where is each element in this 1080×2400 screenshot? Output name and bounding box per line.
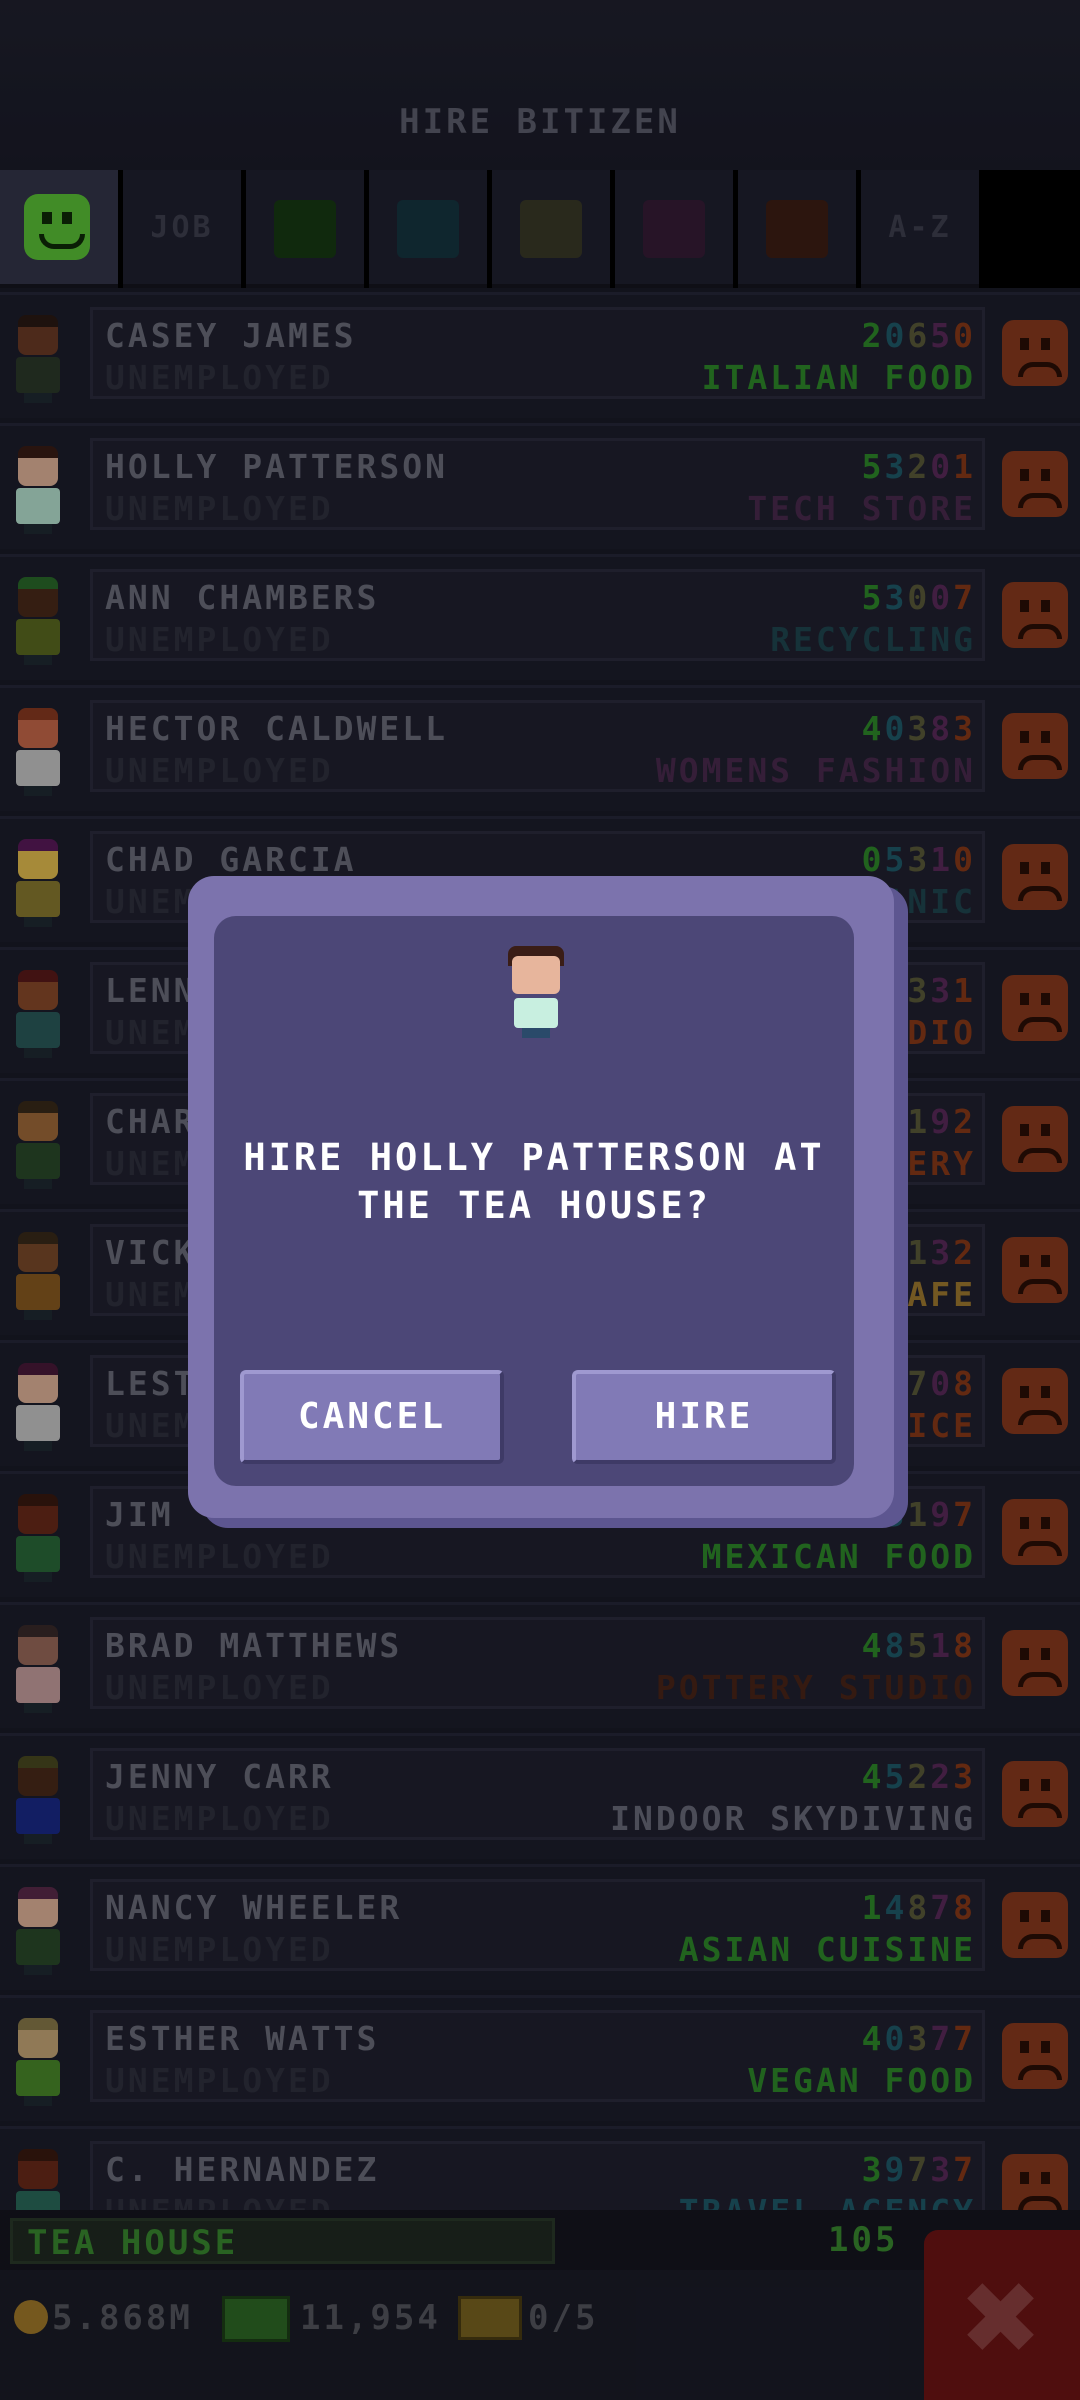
hire-button[interactable]: HIRE	[572, 1370, 836, 1464]
dialog-panel: HIRE HOLLY PATTERSON AT THE TEA HOUSE? C…	[214, 916, 854, 1486]
hire-dialog: HIRE HOLLY PATTERSON AT THE TEA HOUSE? C…	[188, 876, 894, 1518]
dialog-message: HIRE HOLLY PATTERSON AT THE TEA HOUSE?	[234, 1134, 834, 1230]
dialog-message-line-1: HIRE HOLLY PATTERSON AT	[243, 1136, 825, 1179]
bitizen-avatar	[504, 946, 568, 1040]
dialog-message-line-2: THE TEA HOUSE?	[357, 1184, 711, 1227]
cancel-button[interactable]: CANCEL	[240, 1370, 504, 1464]
